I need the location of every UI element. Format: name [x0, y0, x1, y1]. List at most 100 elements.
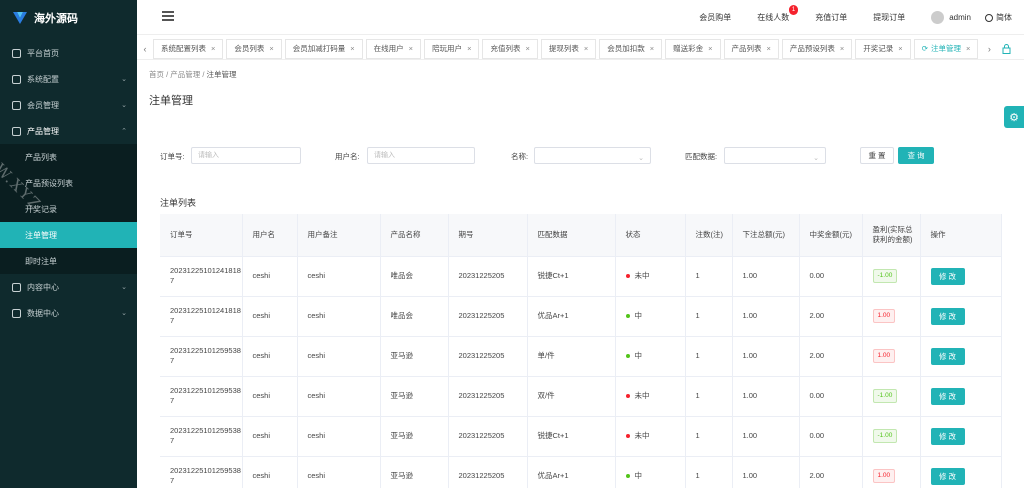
settings-gear-icon[interactable]: ⚙ [1004, 106, 1024, 128]
tab-9[interactable]: 产品列表 × [723, 38, 779, 59]
edit-button[interactable]: 修 改 [930, 307, 965, 325]
sidebar-item-2[interactable]: 会员管理 ⌄ [0, 92, 137, 118]
edit-button[interactable]: 修 改 [930, 267, 965, 285]
table-row: 202312251012418187 ceshi ceshi 唯品会 20231… [160, 296, 1002, 337]
nav-online-users[interactable]: 在线人数 1 [757, 5, 799, 23]
cell-win: 0.00 [799, 416, 863, 457]
sidebar-subitem-1[interactable]: 产品预设列表 [0, 170, 137, 196]
cell-order-no: 202312251012595387 [160, 336, 243, 377]
tab-label: 会员列表 [234, 44, 265, 53]
sidebar-item-5[interactable]: 数据中心 ⌄ [0, 300, 137, 326]
cell-count: 1 [685, 416, 733, 457]
close-icon[interactable]: × [409, 44, 413, 53]
tab-11[interactable]: 开奖记录 × [855, 38, 911, 59]
username-input[interactable]: 请输入 [367, 147, 475, 164]
cell-profit: -1.00 [862, 256, 921, 297]
tab-8[interactable]: 赠送彩金 × [665, 38, 721, 59]
language-label: 简体 [996, 13, 1012, 22]
tabs-scroll-left-icon[interactable]: ‹ [137, 44, 153, 54]
close-icon[interactable]: × [350, 44, 354, 53]
status-text: 中 [634, 471, 643, 480]
tab-10[interactable]: 产品预设列表 × [781, 38, 853, 59]
reset-button[interactable]: 重 置 [860, 147, 894, 164]
close-icon[interactable]: × [708, 44, 712, 53]
sidebar-subitem-4[interactable]: 即时注单 [0, 248, 137, 274]
close-icon[interactable]: × [650, 44, 654, 53]
cell-profit: 1.00 [862, 456, 921, 488]
menu-toggle-icon[interactable] [162, 11, 174, 21]
sidebar-item-1[interactable]: 系统配置 ⌄ [0, 66, 137, 92]
tab-1[interactable]: 会员列表 × [226, 38, 282, 59]
order-no-input[interactable]: 请输入 [191, 147, 301, 164]
language-switch[interactable]: 简体 [985, 12, 1012, 23]
tab-3[interactable]: 在线用户 × [365, 38, 422, 59]
status-dot [625, 394, 630, 399]
column-header: 期号 [448, 214, 528, 257]
tab-5[interactable]: 充值列表 × [482, 38, 538, 59]
edit-button[interactable]: 修 改 [930, 347, 965, 365]
tab-12[interactable]: ⟳ 注单管理 × [913, 38, 979, 59]
chevron-up-icon: ⌃ [121, 128, 127, 135]
close-icon[interactable]: × [525, 44, 529, 53]
close-icon[interactable]: × [898, 44, 902, 53]
cell-count: 1 [685, 296, 733, 337]
logo[interactable]: 海外源码 [0, 0, 137, 36]
close-icon[interactable]: × [840, 44, 844, 53]
status-dot [625, 314, 630, 319]
cell-username: ceshi [242, 256, 298, 297]
status-dot [625, 474, 630, 479]
sidebar-subitem-2[interactable]: 开奖记录 [0, 196, 137, 222]
tab-2[interactable]: 会员加减打码量 × [284, 38, 363, 59]
edit-button[interactable]: 修 改 [930, 427, 965, 445]
name-select[interactable]: ⌄ [534, 147, 651, 164]
close-icon[interactable]: × [966, 44, 970, 53]
breadcrumb-product[interactable]: 产品管理 [170, 70, 200, 79]
tab-label: 产品预设列表 [789, 44, 835, 53]
tabs-scroll-right-icon[interactable]: › [981, 44, 997, 54]
close-icon[interactable]: × [467, 44, 471, 53]
sidebar-item-3[interactable]: 产品管理 ⌃ [0, 118, 137, 144]
tab-4[interactable]: 陪玩用户 × [424, 38, 480, 59]
close-icon[interactable]: × [584, 44, 588, 53]
user-menu[interactable]: admin [931, 11, 971, 24]
nav-recharge-orders[interactable]: 充值订单 [815, 12, 847, 23]
nav-member-orders[interactable]: 会员购单 [699, 12, 731, 23]
chart-icon [12, 308, 21, 318]
cell-period: 20231225205 [448, 416, 528, 457]
refresh-icon: ⟳ [921, 44, 928, 53]
cell-period: 20231225205 [448, 256, 528, 297]
column-header: 下注总额(元) [732, 214, 800, 257]
match-data-select[interactable]: ⌄ [724, 147, 826, 164]
cell-status: 未中 [615, 256, 686, 297]
close-icon[interactable]: × [211, 44, 215, 53]
breadcrumb-home[interactable]: 首页 [149, 70, 164, 79]
close-icon[interactable]: × [767, 44, 771, 53]
sidebar-item-label: 平台首页 [27, 48, 59, 58]
cell-match: 双/件 [527, 376, 616, 417]
edit-button[interactable]: 修 改 [930, 387, 965, 405]
sidebar-subitem-3[interactable]: 注单管理 [0, 222, 137, 248]
nav-withdraw-orders[interactable]: 提现订单 [873, 12, 905, 23]
cell-profit: -1.00 [862, 376, 921, 417]
cell-period: 20231225205 [448, 296, 528, 337]
column-header: 盈利(实际总获利的金额) [862, 214, 921, 257]
tab-6[interactable]: 提现列表 × [540, 38, 597, 59]
tab-0[interactable]: 系统配置列表 × [153, 38, 224, 59]
tab-label: 会员加扣款 [607, 44, 645, 53]
top-header: 会员购单 在线人数 1 充值订单 提现订单 admin 简体 [137, 0, 1024, 35]
cell-match: 锐捷Ct+1 [527, 416, 616, 457]
tab-7[interactable]: 会员加扣款 × [599, 38, 663, 59]
tab-label: 开奖记录 [863, 44, 894, 53]
cell-period: 20231225205 [448, 456, 528, 488]
chevron-down-icon: ⌄ [121, 284, 127, 291]
close-icon[interactable]: × [269, 44, 273, 53]
column-header: 中奖金额(元) [799, 214, 863, 257]
sidebar-item-4[interactable]: 内容中心 ⌄ [0, 274, 137, 300]
column-header: 用户备注 [297, 214, 381, 257]
status-text: 未中 [634, 431, 650, 440]
sidebar-item-0[interactable]: 平台首页 [0, 40, 137, 66]
grid-icon [12, 100, 21, 110]
lock-icon[interactable] [997, 39, 1015, 59]
edit-button[interactable]: 修 改 [930, 467, 965, 485]
search-button[interactable]: 查 询 [898, 147, 934, 164]
